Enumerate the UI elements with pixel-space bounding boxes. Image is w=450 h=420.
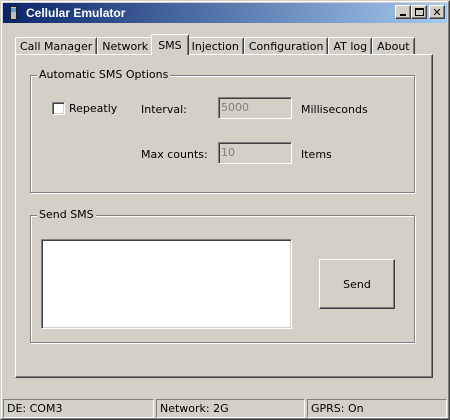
tab-about[interactable]: About <box>372 37 415 55</box>
app-window: Cellular Emulator ✕ Call Manager Network… <box>0 0 450 420</box>
status-gprs: GPRS: On <box>307 399 447 418</box>
repeatly-checkbox-wrap[interactable]: Repeatly <box>52 102 117 115</box>
status-bar: DE: COM3 Network: 2G GPRS: On <box>3 399 449 418</box>
send-button-label: Send <box>343 277 371 291</box>
maximize-button[interactable] <box>411 5 427 19</box>
tab-call-manager[interactable]: Call Manager <box>15 37 98 55</box>
send-sms-group: Send SMS Send <box>30 208 415 343</box>
status-port: DE: COM3 <box>3 399 154 418</box>
tab-configuration[interactable]: Configuration <box>243 37 329 55</box>
sms-message-textarea[interactable] <box>41 239 292 329</box>
max-counts-label: Max counts: <box>141 148 208 161</box>
phone-icon <box>6 3 22 21</box>
interval-input[interactable]: 5000 <box>218 97 292 119</box>
maximize-icon <box>414 8 424 16</box>
tab-sms[interactable]: SMS <box>151 34 189 55</box>
tab-injection[interactable]: Injection <box>186 37 244 55</box>
sms-tab-panel: Automatic SMS Options Repeatly Interval:… <box>15 54 433 378</box>
send-button[interactable]: Send <box>319 259 395 309</box>
close-button[interactable]: ✕ <box>429 5 445 19</box>
interval-label: Interval: <box>141 103 187 116</box>
window-title: Cellular Emulator <box>26 6 126 20</box>
automatic-sms-options-group: Automatic SMS Options Repeatly Interval:… <box>30 68 415 193</box>
close-icon: ✕ <box>432 5 442 19</box>
minimize-button[interactable] <box>395 5 411 19</box>
tab-network[interactable]: Network <box>97 37 154 55</box>
minimize-icon <box>400 14 406 16</box>
title-bar: Cellular Emulator ✕ <box>3 3 447 23</box>
status-network: Network: 2G <box>156 399 305 418</box>
max-counts-input[interactable]: 10 <box>218 142 292 164</box>
tab-at-log[interactable]: AT log <box>328 37 373 55</box>
max-counts-unit-label: Items <box>301 148 332 161</box>
group-title: Send SMS <box>37 208 96 221</box>
group-title: Automatic SMS Options <box>37 68 171 81</box>
repeatly-checkbox[interactable] <box>52 102 65 115</box>
repeatly-label: Repeatly <box>69 102 118 115</box>
tab-strip: Call Manager Network SMS Injection Confi… <box>15 34 415 55</box>
interval-unit-label: Milliseconds <box>301 103 368 116</box>
